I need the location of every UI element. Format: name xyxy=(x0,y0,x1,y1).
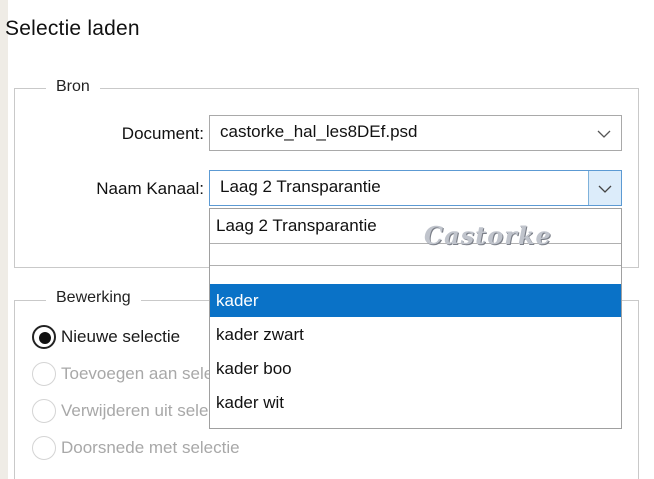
radio-button[interactable] xyxy=(32,399,56,423)
dropdown-separator xyxy=(210,243,621,244)
operation-group-label: Bewerking xyxy=(46,289,141,307)
radio-label: Doorsnede met selectie xyxy=(61,438,240,457)
channel-value: Laag 2 Transparantie xyxy=(220,177,381,196)
chevron-down-icon xyxy=(598,185,612,193)
chevron-down-icon xyxy=(597,130,611,138)
channel-select[interactable]: Laag 2 Transparantie xyxy=(209,170,622,206)
dialog-title: Selectie laden xyxy=(5,17,140,40)
radio-label: Nieuwe selectie xyxy=(61,327,181,346)
channel-dropdown-list: Laag 2 Transparantie kader kader zwart k… xyxy=(209,208,622,429)
dropdown-separator xyxy=(210,265,621,266)
radio-button[interactable] xyxy=(32,325,56,349)
radio-button[interactable] xyxy=(32,436,56,460)
radio-button[interactable] xyxy=(32,362,56,386)
document-label: Document: xyxy=(121,124,204,143)
dropdown-item-empty[interactable] xyxy=(210,251,621,281)
channel-dropdown-button[interactable] xyxy=(588,171,621,205)
document-value: castorke_hal_les8DEf.psd xyxy=(220,122,418,141)
dropdown-item-kader-wit[interactable]: kader wit xyxy=(210,386,621,419)
source-group-label: Bron xyxy=(46,78,100,96)
load-selection-dialog: Selectie laden Bron Document: castorke_h… xyxy=(5,0,654,479)
dropdown-item-kader[interactable]: kader xyxy=(210,284,621,317)
dropdown-item-kader-boo[interactable]: kader boo xyxy=(210,352,621,385)
document-select[interactable]: castorke_hal_les8DEf.psd xyxy=(209,115,622,151)
channel-label: Naam Kanaal: xyxy=(96,179,204,198)
dropdown-item-laag-2[interactable]: Laag 2 Transparantie xyxy=(210,209,621,242)
dropdown-item-kader-zwart[interactable]: kader zwart xyxy=(210,318,621,351)
